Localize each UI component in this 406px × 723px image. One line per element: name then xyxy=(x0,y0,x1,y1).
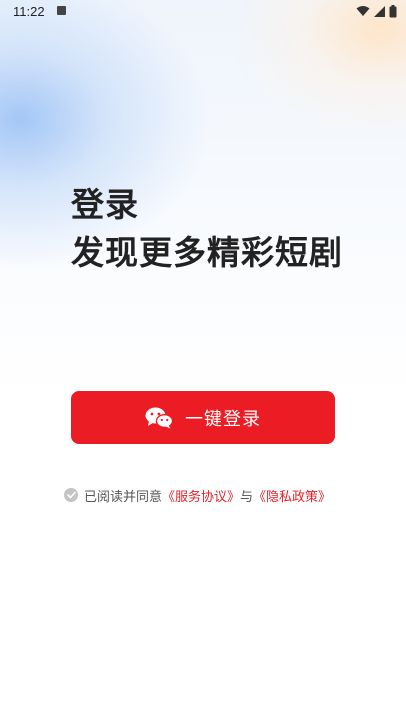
wechat-icon xyxy=(145,407,173,428)
one-click-login-button[interactable]: 一键登录 xyxy=(71,391,335,444)
agreement-prefix: 已阅读并同意 xyxy=(84,489,163,505)
login-button-label: 一键登录 xyxy=(185,408,261,430)
status-icons xyxy=(356,4,397,18)
service-agreement-link[interactable]: 《服务协议》 xyxy=(162,486,240,505)
notification-icon xyxy=(57,6,66,15)
status-bar: 11:22 xyxy=(0,0,406,24)
privacy-policy-link[interactable]: 《隐私政策》 xyxy=(253,486,331,505)
check-icon xyxy=(66,491,76,499)
agreement-connector: 与 xyxy=(240,489,254,505)
agreement-row: 已阅读并同意 《服务协议》 与 《隐私政策》 xyxy=(64,486,331,505)
status-time: 11:22 xyxy=(13,4,45,19)
battery-icon xyxy=(389,4,397,17)
signal-icon xyxy=(374,5,385,17)
headline: 登录 发现更多精彩短剧 xyxy=(71,181,343,277)
agreement-checkbox[interactable] xyxy=(64,488,78,502)
headline-title: 登录 xyxy=(71,185,139,224)
background-gradient xyxy=(0,0,406,723)
headline-subtitle: 发现更多精彩短剧 xyxy=(71,233,343,272)
wifi-icon xyxy=(356,6,370,16)
